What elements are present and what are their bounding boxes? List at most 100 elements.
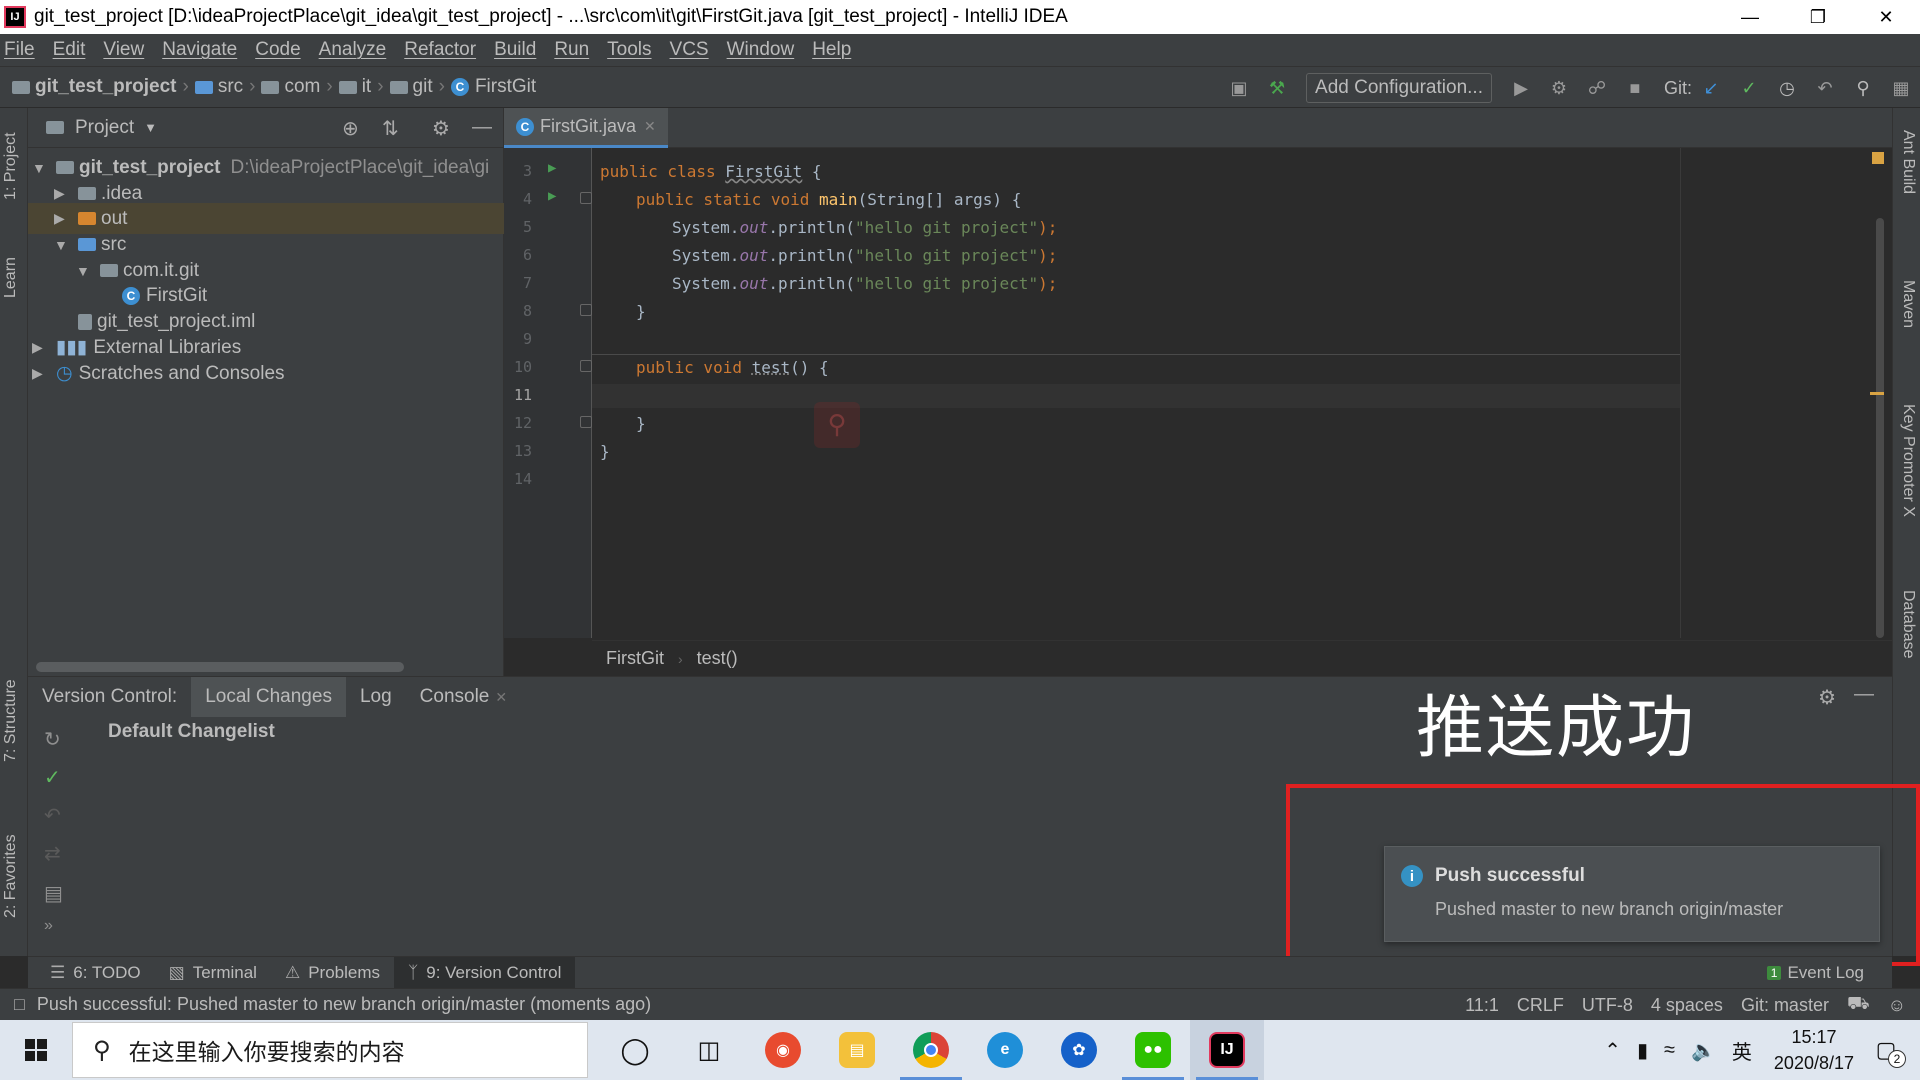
tab-log[interactable]: Log — [346, 677, 406, 717]
collapse-all-icon[interactable]: ⇅ — [382, 116, 399, 141]
run-class-gutter-icon[interactable]: ▶ — [548, 160, 556, 176]
collapsed-arrow-icon[interactable]: ▶ — [54, 210, 68, 227]
menu-build[interactable]: Build — [494, 39, 536, 61]
build-hammer-icon[interactable]: ⚒ — [1266, 77, 1288, 99]
menu-view[interactable]: View — [103, 39, 144, 61]
menu-run[interactable]: Run — [554, 39, 589, 61]
push-notification-balloon[interactable]: i Push successful Pushed master to new b… — [1384, 846, 1880, 942]
taskbar-app-file-explorer[interactable]: ▤ — [820, 1020, 894, 1080]
tool-tab-favorites[interactable]: 2: Favorites — [2, 834, 20, 918]
fold-marker-icon[interactable] — [580, 192, 592, 204]
expanded-arrow-icon[interactable]: ▼ — [76, 263, 90, 279]
collapsed-arrow-icon[interactable]: ▶ — [32, 339, 46, 356]
taskbar-app-snail[interactable]: ◉ — [746, 1020, 820, 1080]
tool-button-terminal[interactable]: ▧ Terminal — [155, 957, 271, 989]
expanded-arrow-icon[interactable]: ▼ — [54, 237, 68, 253]
status-message[interactable]: Push successful: Pushed master to new br… — [37, 994, 651, 1015]
error-stripe-mark[interactable] — [1870, 392, 1884, 395]
editor-vertical-scrollbar[interactable] — [1876, 218, 1884, 638]
minimize-button[interactable]: — — [1716, 0, 1784, 34]
tool-tab-key-promoter[interactable]: Key Promoter X — [1899, 404, 1917, 517]
menu-file[interactable]: File — [4, 39, 35, 61]
restore-button[interactable]: ❐ — [1784, 0, 1852, 34]
line-separator-selector[interactable]: CRLF — [1517, 995, 1564, 1016]
nav-crumb-com[interactable]: com › — [261, 76, 333, 98]
tool-tab-project[interactable]: 1: Project — [2, 132, 20, 200]
run-coverage-icon[interactable]: ☍ — [1586, 77, 1608, 99]
locate-target-icon[interactable]: ⊕ — [342, 116, 359, 141]
menu-navigate[interactable]: Navigate — [162, 39, 237, 61]
nav-crumb-project[interactable]: git_test_project › — [12, 76, 189, 98]
show-diff-icon[interactable]: ⇄ — [44, 841, 61, 866]
menu-vcs[interactable]: VCS — [670, 39, 709, 61]
fold-marker-icon[interactable] — [580, 416, 592, 428]
more-actions-icon[interactable]: » — [44, 917, 53, 935]
taskbar-app-chrome[interactable] — [894, 1020, 968, 1080]
caret-position[interactable]: 11:1 — [1465, 995, 1499, 1016]
add-configuration-button[interactable]: Add Configuration... — [1306, 73, 1492, 103]
tool-button-todo[interactable]: ☰ 6: TODO — [36, 957, 155, 989]
chevron-up-icon[interactable]: ⌃ — [1604, 1038, 1621, 1063]
tool-tab-ant-build[interactable]: Ant Build — [1899, 130, 1917, 194]
default-changelist[interactable]: Default Changelist — [108, 721, 275, 743]
menu-tools[interactable]: Tools — [607, 39, 651, 61]
taskbar-clock[interactable]: 15:17 2020/8/17 — [1774, 1024, 1854, 1076]
hide-panel-icon[interactable]: — — [1854, 683, 1874, 706]
build-project-window-icon[interactable]: ▣ — [1228, 77, 1250, 99]
tool-tab-learn[interactable]: Learn — [2, 257, 20, 298]
taskbar-app-blue[interactable]: ✿ — [1042, 1020, 1116, 1080]
expanded-arrow-icon[interactable]: ▼ — [32, 160, 46, 176]
tool-tab-database[interactable]: Database — [1899, 590, 1917, 659]
tool-button-event-log[interactable]: 1 Event Log — [1766, 957, 1864, 989]
tab-firstgit-java[interactable]: C FirstGit.java ✕ — [504, 108, 668, 148]
menu-code[interactable]: Code — [255, 39, 300, 61]
encoding-selector[interactable]: UTF-8 — [1582, 995, 1633, 1016]
rollback-icon[interactable]: ↶ — [44, 803, 61, 828]
menu-refactor[interactable]: Refactor — [404, 39, 476, 61]
git-update-icon[interactable]: ↙ — [1700, 77, 1722, 99]
stop-icon[interactable]: ■ — [1624, 77, 1646, 99]
menu-window[interactable]: Window — [727, 39, 795, 61]
taskbar-search-box[interactable]: ⚲ 在这里输入你要搜索的内容 — [72, 1022, 588, 1078]
close-tab-icon[interactable]: ✕ — [495, 689, 507, 706]
action-center-icon[interactable]: ▢ 2 — [1868, 1032, 1906, 1068]
cortana-button[interactable]: ◯ — [598, 1020, 672, 1080]
nav-crumb-firstgit[interactable]: C FirstGit — [450, 76, 536, 98]
fold-marker-icon[interactable] — [580, 304, 592, 316]
nav-crumb-src[interactable]: src › — [194, 76, 255, 98]
fold-marker-icon[interactable] — [580, 360, 592, 372]
nav-crumb-git[interactable]: git › — [389, 76, 445, 98]
start-button[interactable] — [0, 1020, 72, 1080]
collapsed-arrow-icon[interactable]: ▶ — [54, 185, 68, 202]
tree-item-scratches[interactable]: ▶ ◷ Scratches and Consoles — [28, 358, 504, 389]
debug-icon[interactable]: ⚙ — [1548, 77, 1570, 99]
menu-analyze[interactable]: Analyze — [319, 39, 387, 61]
collapsed-arrow-icon[interactable]: ▶ — [32, 365, 46, 382]
tool-button-problems[interactable]: ⚠ Problems — [271, 957, 394, 989]
gear-icon[interactable]: ⚙ — [432, 116, 450, 141]
taskbar-app-intellij[interactable]: IJ — [1190, 1020, 1264, 1080]
chevron-down-icon[interactable]: ▼ — [144, 120, 157, 135]
wifi-icon[interactable]: ≈ — [1664, 1039, 1675, 1062]
tool-button-version-control[interactable]: ᛉ 9: Version Control — [394, 956, 576, 989]
nav-crumb-it[interactable]: it › — [338, 76, 384, 98]
taskbar-app-edge[interactable]: e — [968, 1020, 1042, 1080]
tool-tab-structure[interactable]: 7: Structure — [2, 679, 20, 762]
lock-icon[interactable]: ⛟ — [1847, 993, 1870, 1017]
hide-panel-icon[interactable]: — — [472, 116, 492, 139]
toggle-tool-windows-icon[interactable]: □ — [14, 994, 25, 1015]
git-commit-check-icon[interactable]: ✓ — [1738, 77, 1760, 99]
shelve-icon[interactable]: ▤ — [44, 881, 63, 906]
menu-edit[interactable]: Edit — [53, 39, 86, 61]
git-branch-selector[interactable]: Git: master — [1741, 995, 1829, 1016]
run-main-gutter-icon[interactable]: ▶ — [548, 188, 556, 204]
warning-marker-icon[interactable] — [1872, 152, 1884, 164]
close-button[interactable]: ✕ — [1852, 0, 1920, 34]
taskbar-app-wechat[interactable]: ●● — [1116, 1020, 1190, 1080]
breadcrumb-method[interactable]: test() — [697, 648, 738, 669]
code-editor[interactable]: public class FirstGit { public static vo… — [592, 148, 1872, 638]
menu-help[interactable]: Help — [812, 39, 851, 61]
project-view-selector[interactable]: Project — [75, 117, 134, 139]
tool-tab-maven[interactable]: Maven — [1899, 280, 1917, 328]
project-horizontal-scrollbar[interactable] — [36, 662, 404, 672]
